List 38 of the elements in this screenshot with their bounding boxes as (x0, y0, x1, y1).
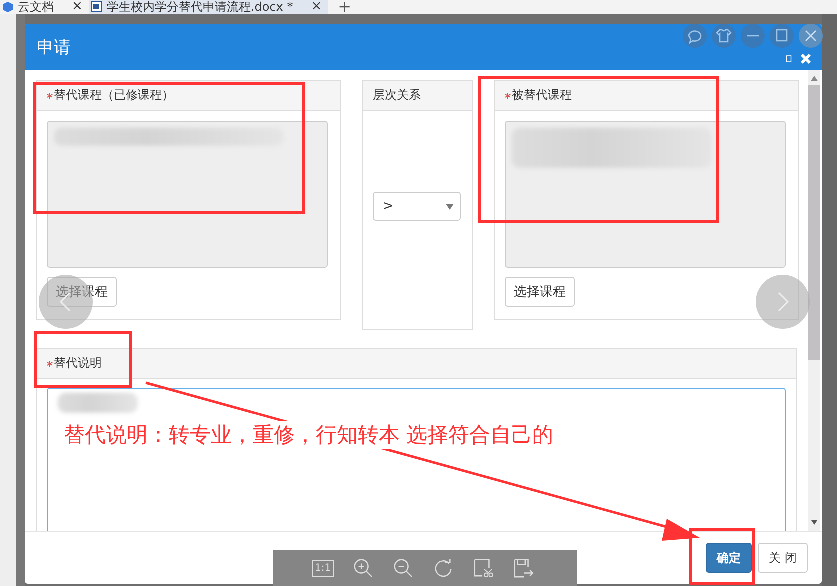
description-field[interactable]: 替代说明：转专业，重修，行知转本 选择符合自己的 (47, 388, 786, 531)
scroll-up-icon[interactable] (810, 76, 818, 81)
close-icon[interactable] (799, 24, 823, 48)
relation-select[interactable]: > (373, 192, 461, 221)
browser-tab[interactable]: 学生校内学分替代申请流程.docx * × (88, 0, 328, 14)
zoom-out-icon[interactable] (393, 558, 414, 578)
panel-label: 被替代课程 (512, 87, 572, 104)
rotate-icon[interactable] (433, 558, 454, 578)
tab-label: 云文档 (18, 0, 54, 14)
close-icon[interactable]: × (311, 0, 322, 14)
select-course-button[interactable]: 选择课程 (505, 277, 575, 307)
dialog-button[interactable]: 关 闭 (758, 543, 808, 573)
annotation-text: 替代说明：转专业，重修，行知转本 选择符合自己的 (64, 421, 554, 449)
select-value: > (383, 199, 394, 214)
next-icon[interactable] (756, 275, 810, 329)
maximize-icon[interactable] (770, 24, 794, 48)
save-icon[interactable] (513, 558, 534, 578)
scroll-down-icon[interactable] (810, 520, 818, 525)
caret-icon (446, 204, 454, 210)
scroll-thumb[interactable] (808, 85, 820, 360)
chat-icon[interactable] (683, 24, 707, 48)
maximize-icon[interactable] (786, 55, 792, 63)
minimize-icon[interactable] (741, 24, 765, 48)
shirt-icon[interactable] (712, 24, 736, 48)
new-tab-button[interactable]: + (338, 0, 352, 14)
panel-label: 替代说明 (54, 355, 102, 372)
panel-label: 替代课程（已修课程） (54, 87, 174, 104)
close-icon[interactable] (800, 53, 812, 65)
panel-label: 层次关系 (373, 87, 421, 104)
document-icon (90, 1, 103, 13)
scrollbar[interactable] (808, 70, 820, 531)
dialog-title: 申请 (37, 36, 71, 58)
close-icon[interactable]: × (72, 0, 83, 14)
dialog-button[interactable]: 确定 (706, 543, 752, 573)
tab-label: 学生校内学分替代申请流程.docx * (106, 0, 294, 14)
crop-icon[interactable] (473, 558, 494, 578)
annotation-box (690, 528, 756, 586)
zoom-in-icon[interactable] (353, 558, 374, 578)
